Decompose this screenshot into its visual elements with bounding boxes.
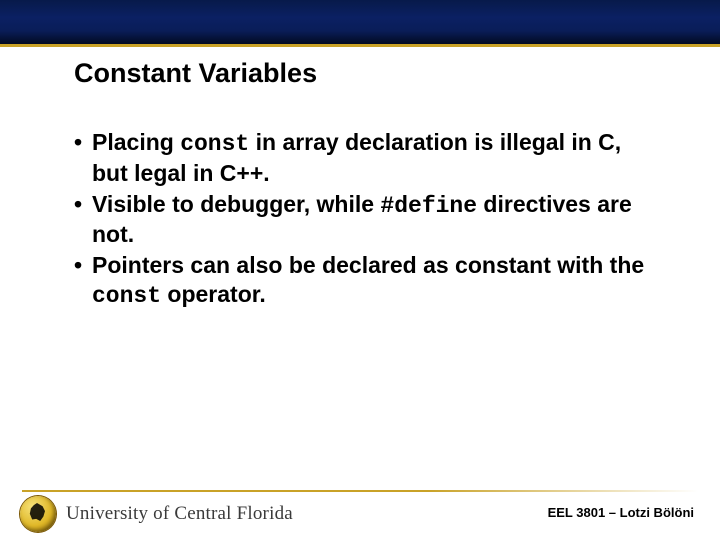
bullet-text-pre: Pointers can also be declared as constan…: [92, 252, 644, 278]
code-span: const: [180, 131, 249, 157]
header-band: [0, 0, 720, 44]
bullet-text-pre: Visible to debugger, while: [92, 191, 380, 217]
institution-logo: University of Central Florida: [20, 496, 293, 532]
code-span: const: [92, 283, 161, 309]
body-text: Placing const in array declaration is il…: [74, 128, 654, 313]
bullet-item: Placing const in array declaration is il…: [74, 128, 654, 188]
pegasus-seal-icon: [20, 496, 56, 532]
footer-label: EEL 3801 – Lotzi Bölöni: [548, 505, 694, 520]
bullet-text-post: operator.: [161, 281, 266, 307]
header-underline: [0, 44, 720, 47]
bullet-text-pre: Placing: [92, 129, 180, 155]
bullet-item: Pointers can also be declared as constan…: [74, 251, 654, 311]
bullet-item: Visible to debugger, while #define direc…: [74, 190, 654, 250]
slide-title: Constant Variables: [74, 58, 317, 89]
institution-wordmark: University of Central Florida: [66, 503, 293, 525]
footer-divider: [22, 490, 698, 492]
slide: Constant Variables Placing const in arra…: [0, 0, 720, 540]
code-span: #define: [380, 193, 477, 219]
